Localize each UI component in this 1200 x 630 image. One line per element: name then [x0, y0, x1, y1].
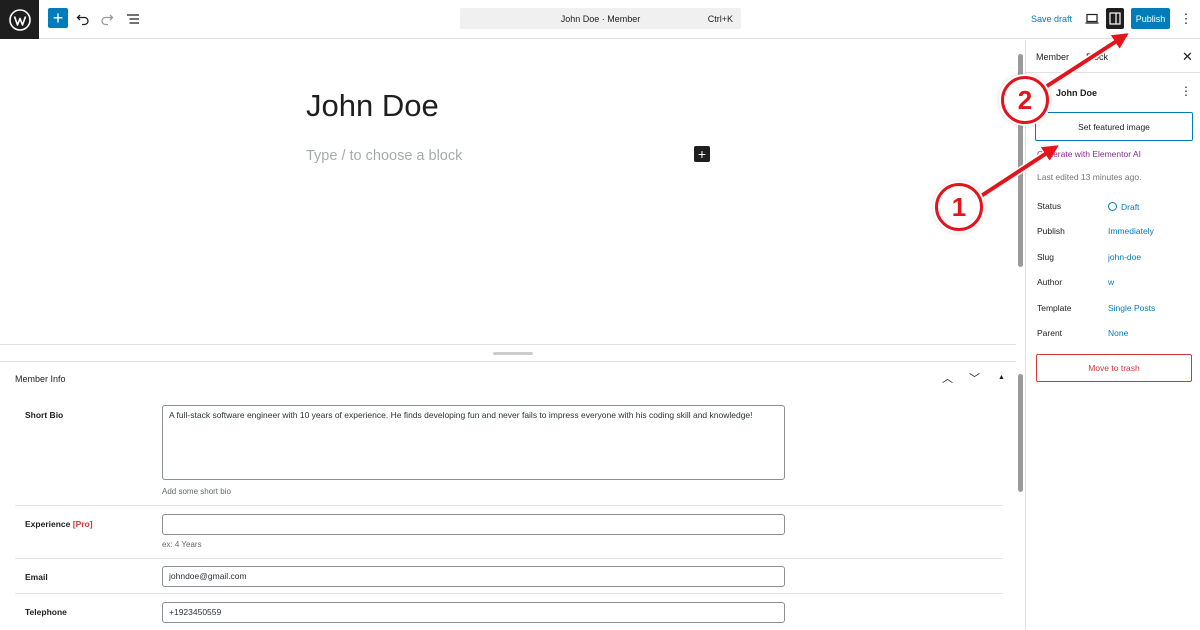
undo-button[interactable] [72, 8, 94, 30]
slug-value[interactable]: john-doe [1108, 252, 1141, 262]
more-vertical-icon: ⋮ [1179, 11, 1193, 26]
short-bio-textarea[interactable]: A full-stack software engineer with 10 y… [162, 405, 785, 480]
sidebar-tabs: Member Block ✕ [1026, 40, 1200, 73]
command-shortcut: Ctrl+K [707, 14, 733, 24]
publish-value[interactable]: Immediately [1108, 226, 1154, 236]
block-inserter-button[interactable]: + [694, 146, 710, 162]
sidebar-doc-title: John Doe [1056, 88, 1098, 98]
member-info-meta-box: Member Info ︿ ﹀ ▲ Short Bio A full-stack… [0, 362, 1023, 630]
list-view-button[interactable] [122, 8, 144, 30]
author-value[interactable]: w [1108, 277, 1114, 287]
resize-handle[interactable] [493, 352, 533, 355]
parent-label: Parent [1037, 328, 1063, 338]
experience-input[interactable] [162, 514, 785, 535]
telephone-row: Telephone +1923450559 [15, 594, 1003, 630]
publish-label: Publish [1037, 226, 1065, 236]
editor-top-toolbar: + John Doe · Member Ctrl+K Save draft Pu… [0, 0, 1200, 39]
draft-status-icon [1108, 202, 1117, 211]
toggle-panel-icon[interactable]: ▲ [998, 374, 1005, 381]
pro-badge: [Pro] [72, 519, 93, 529]
email-label: Email [25, 572, 48, 582]
template-value[interactable]: Single Posts [1108, 303, 1155, 313]
experience-hint: ex: 4 Years [162, 540, 202, 549]
settings-sidebar: Member Block ✕ John Doe ⋮ Set featured i… [1025, 40, 1200, 630]
sidebar-toggle-icon [1109, 12, 1121, 25]
set-featured-image-button[interactable]: Set featured image [1035, 112, 1193, 141]
editor-canvas[interactable]: John Doe Type / to choose a block + [0, 40, 1023, 344]
tab-member[interactable]: Member [1036, 52, 1069, 62]
redo-button[interactable] [96, 8, 118, 30]
list-view-icon [127, 14, 139, 24]
email-row: Email johndoe@gmail.com [15, 559, 1003, 594]
move-up-icon[interactable]: ︿ [942, 370, 953, 386]
short-bio-row: Short Bio A full-stack software engineer… [15, 398, 1003, 506]
annotation-marker-2: 2 [1001, 76, 1049, 124]
redo-icon [101, 14, 114, 26]
template-label: Template [1037, 303, 1072, 313]
close-icon[interactable]: ✕ [1182, 49, 1193, 65]
telephone-field[interactable]: +1923450559 [162, 602, 785, 623]
status-value-text: Draft [1121, 202, 1140, 212]
telephone-label: Telephone [25, 607, 67, 617]
last-edited-text: Last edited 13 minutes ago. [1037, 172, 1142, 182]
wordpress-icon [8, 8, 31, 31]
slug-label: Slug [1037, 252, 1055, 262]
preview-button[interactable] [1081, 8, 1103, 30]
parent-value[interactable]: None [1108, 328, 1128, 338]
move-down-icon[interactable]: ﹀ [969, 370, 980, 386]
annotation-marker-1: 1 [935, 183, 983, 231]
desktop-preview-icon [1085, 13, 1099, 24]
post-title[interactable]: John Doe [306, 88, 439, 124]
author-label: Author [1037, 277, 1063, 287]
tab-block[interactable]: Block [1086, 52, 1108, 62]
experience-label-text: Experience [25, 519, 71, 529]
meta-scrollbar[interactable] [1018, 374, 1023, 492]
wordpress-logo[interactable] [0, 0, 39, 39]
options-menu-button[interactable]: ⋮ [1175, 8, 1197, 30]
status-value[interactable]: Draft [1108, 201, 1139, 212]
email-field[interactable]: johndoe@gmail.com [162, 566, 785, 587]
elementor-ai-link[interactable]: Generate with Elementor AI [1037, 149, 1141, 159]
block-placeholder[interactable]: Type / to choose a block [306, 148, 462, 164]
experience-row: Experience [Pro] ex: 4 Years [15, 506, 1003, 559]
undo-icon [76, 14, 89, 26]
status-label: Status [1037, 201, 1062, 211]
settings-toggle-button[interactable] [1106, 8, 1124, 29]
short-bio-label: Short Bio [25, 410, 64, 420]
meta-box-title: Member Info [15, 374, 66, 384]
more-vertical-icon[interactable]: ⋮ [1180, 84, 1192, 98]
short-bio-hint: Add some short bio [162, 487, 231, 496]
meta-box-resize-divider[interactable] [0, 344, 1016, 362]
save-draft-button[interactable]: Save draft [1031, 14, 1072, 24]
publish-button[interactable]: Publish [1131, 8, 1170, 29]
command-palette-bar[interactable]: John Doe · Member Ctrl+K [460, 8, 741, 29]
add-block-button[interactable]: + [48, 8, 68, 28]
document-title: John Doe · Member [560, 14, 641, 24]
experience-label: Experience [Pro] [25, 519, 93, 529]
move-to-trash-button[interactable]: Move to trash [1036, 354, 1192, 382]
